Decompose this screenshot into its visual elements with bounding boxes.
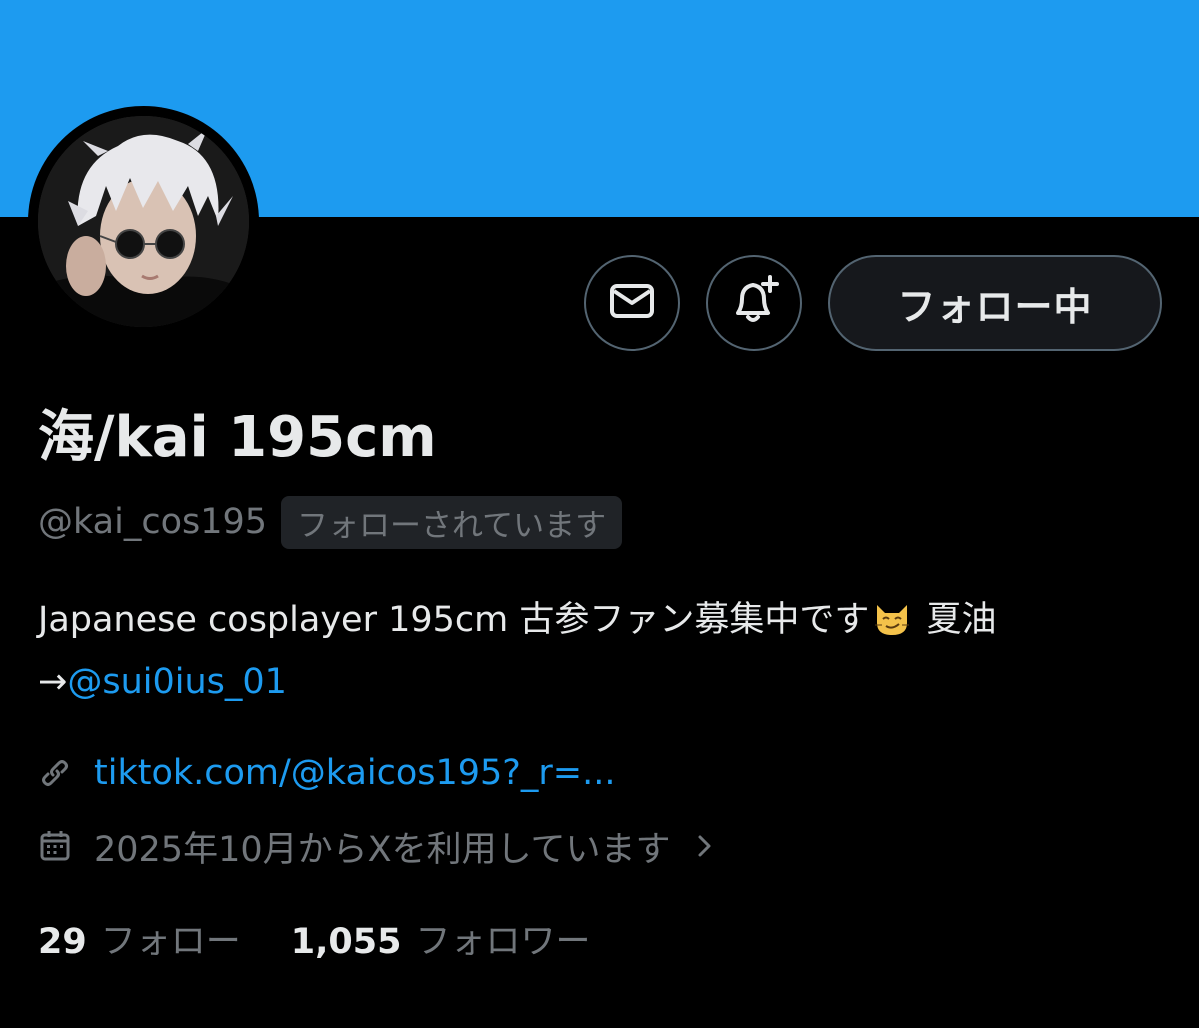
bio-arrow: → xyxy=(38,662,68,702)
bell-plus-icon xyxy=(726,273,782,333)
followers-count: 1,055 xyxy=(290,921,402,962)
joined-row[interactable]: 2025年10月からXを利用しています xyxy=(38,818,715,874)
calendar-icon xyxy=(38,829,72,863)
bio-text: Japanese cosplayer 195cm 古参ファン募集中です xyxy=(38,600,870,640)
link-icon xyxy=(38,756,72,790)
profile-avatar[interactable] xyxy=(28,106,259,337)
following-count: 29 xyxy=(38,921,87,962)
website-link[interactable]: tiktok.com/@kaicos195?_r=... xyxy=(94,753,615,793)
follows-you-badge: フォローされています xyxy=(281,495,623,549)
website-row: tiktok.com/@kaicos195?_r=... xyxy=(38,745,615,801)
following-button[interactable]: フォロー中 xyxy=(828,255,1162,351)
cat-smirk-emoji-icon xyxy=(873,598,911,654)
envelope-icon xyxy=(606,275,658,331)
followers-label: フォロワー xyxy=(415,921,591,962)
profile-bio: Japanese cosplayer 195cm 古参ファン募集中です 夏油 →… xyxy=(38,592,1158,710)
bio-text-after: 夏油 xyxy=(926,600,997,640)
joined-date: 2025年10月からXを利用しています xyxy=(94,829,671,870)
bio-mention-link[interactable]: @sui0ius_01 xyxy=(67,662,287,702)
followers-stat[interactable]: 1,055 フォロワー xyxy=(291,913,591,964)
display-name: 海/kai 195cm xyxy=(38,405,437,470)
avatar-image xyxy=(38,116,249,327)
chevron-right-icon xyxy=(695,829,715,863)
following-stat[interactable]: 29 フォロー xyxy=(38,913,241,964)
handle-row: @kai_cos195 フォローされています xyxy=(38,495,623,549)
follow-stats: 29 フォロー 1,055 フォロワー xyxy=(38,910,590,966)
message-button[interactable] xyxy=(584,255,680,351)
following-label: フォロー xyxy=(100,921,241,962)
user-handle: @kai_cos195 xyxy=(38,502,268,542)
notify-button[interactable] xyxy=(706,255,802,351)
